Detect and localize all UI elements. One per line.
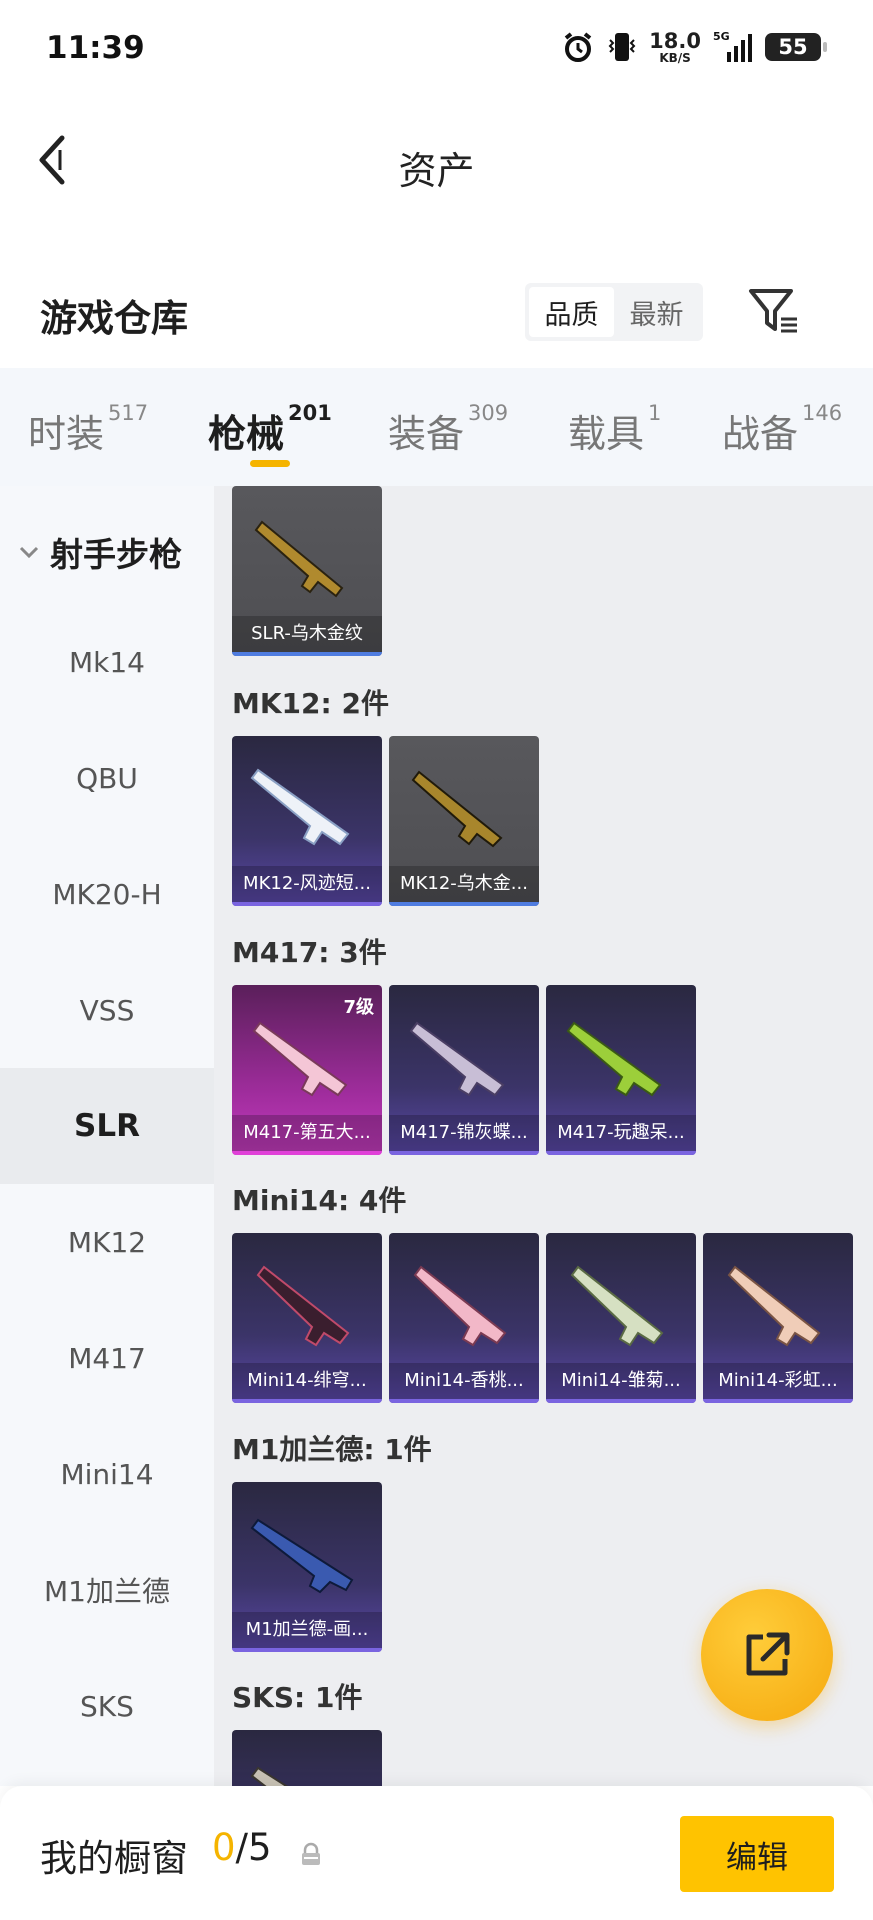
group-title: Mini14: 4件: [232, 1184, 407, 1217]
showcase-title: 我的橱窗: [40, 1837, 188, 1880]
weapon-type-sidebar: 射手步枪 Mk14 QBU MK20-H VSS SLR MK12 M417 M…: [0, 486, 214, 1786]
status-icons: 18.0 KB/S 5G 55: [561, 28, 827, 65]
sidebar-item-slr[interactable]: SLR: [0, 1068, 214, 1184]
sidebar-item-mini14[interactable]: Mini14: [0, 1416, 214, 1532]
section-title: 游戏仓库: [40, 297, 188, 340]
sidebar-item-mk20h[interactable]: MK20-H: [0, 836, 214, 952]
chevron-down-icon: [19, 546, 39, 559]
rifle-skin-icon: [411, 770, 503, 848]
battery-indicator: 55: [765, 33, 827, 61]
sort-toggle: 品质 最新: [525, 283, 703, 341]
filter-icon: [749, 289, 797, 333]
item-card[interactable]: Mini14-绯穹...: [232, 1233, 382, 1403]
item-card[interactable]: [232, 1730, 382, 1786]
sidebar-item-m417[interactable]: M417: [0, 1300, 214, 1416]
net-speed: 18.0 KB/S: [649, 28, 701, 65]
group-title: SKS: 1件: [232, 1681, 363, 1714]
svg-text:5G: 5G: [713, 30, 730, 43]
sidebar-item-vss[interactable]: VSS: [0, 952, 214, 1068]
rifle-skin-icon: [409, 1021, 505, 1097]
category-tab-bar: 时装 517 枪械 201 装备 309 载具 1 战备 146: [0, 368, 873, 486]
rifle-skin-icon: [413, 1265, 507, 1347]
item-card[interactable]: SLR-乌木金纹: [232, 486, 382, 656]
share-button[interactable]: [701, 1589, 833, 1721]
item-card[interactable]: MK12-乌木金...: [389, 736, 539, 906]
sidebar-item-mk12[interactable]: MK12: [0, 1184, 214, 1300]
tab-fashion[interactable]: 时装 517: [28, 401, 148, 458]
item-card[interactable]: Mini14-香桃...: [389, 1233, 539, 1403]
rifle-skin-icon: [250, 1766, 289, 1786]
rifle-skin-icon: [570, 1265, 664, 1347]
signal-icon: 5G: [713, 30, 753, 64]
vibrate-icon: [607, 30, 637, 64]
tab-equipment[interactable]: 装备 309: [388, 401, 508, 458]
group-title: M417: 3件: [232, 936, 387, 969]
status-bar: 11:39 18.0 KB/S 5G 55: [0, 0, 873, 100]
sidebar-item-qbu[interactable]: QBU: [0, 720, 214, 836]
tab-firearms[interactable]: 枪械 201: [208, 401, 332, 458]
tab-vehicles[interactable]: 载具 1: [568, 401, 661, 458]
alarm-icon: [561, 30, 595, 64]
share-icon: [746, 1632, 790, 1676]
sidebar-group-marksman[interactable]: 射手步枪: [16, 528, 182, 576]
rifle-skin-icon: [566, 1021, 662, 1097]
item-card[interactable]: M1加兰德-画...: [232, 1482, 382, 1652]
edit-button[interactable]: 编辑: [680, 1816, 834, 1892]
group-title: MK12: 2件: [232, 687, 389, 720]
rifle-skin-icon: [252, 1021, 348, 1097]
page-title: 资产: [398, 149, 475, 193]
item-card[interactable]: 7级 M417-第五大...: [232, 985, 382, 1155]
rifle-skin-icon: [250, 1518, 354, 1594]
rifle-skin-icon: [256, 1265, 350, 1347]
item-card[interactable]: Mini14-雏菊...: [546, 1233, 696, 1403]
item-card[interactable]: M417-锦灰蝶...: [389, 985, 539, 1155]
item-card[interactable]: MK12-风迹短...: [232, 736, 382, 906]
rifle-skin-icon: [254, 520, 344, 598]
rifle-skin-icon: [250, 768, 350, 846]
filter-button[interactable]: [745, 283, 801, 339]
lock-icon: [302, 1842, 320, 1865]
sidebar-item-m1garand[interactable]: M1加兰德: [0, 1532, 214, 1648]
item-card[interactable]: Mini14-彩虹...: [703, 1233, 853, 1403]
showcase-bar: 我的橱窗 0/5 编辑: [0, 1786, 873, 1920]
sidebar-item-mk14[interactable]: Mk14: [0, 604, 214, 720]
sidebar-item-sks[interactable]: SKS: [0, 1648, 214, 1764]
tab-gear[interactable]: 战备 146: [722, 401, 842, 458]
sort-latest[interactable]: 最新: [614, 287, 699, 337]
showcase-count: 0/5: [212, 1826, 272, 1869]
status-time: 11:39: [46, 30, 145, 66]
rifle-skin-icon: [727, 1265, 821, 1347]
group-title: M1加兰德: 1件: [232, 1433, 432, 1466]
active-tab-indicator: [250, 460, 290, 467]
item-card[interactable]: M417-玩趣呆...: [546, 985, 696, 1155]
sort-quality[interactable]: 品质: [529, 287, 614, 337]
